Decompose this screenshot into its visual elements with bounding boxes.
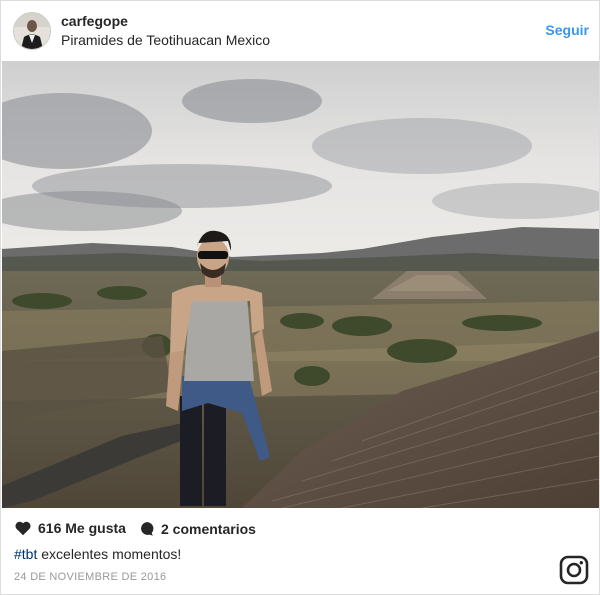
- post-photo[interactable]: [2, 61, 599, 508]
- instagram-icon[interactable]: [559, 555, 589, 585]
- comments-label: 2 comentarios: [161, 521, 256, 537]
- post-date: 24 DE NOVIEMBRE DE 2016: [14, 571, 167, 583]
- comments-count[interactable]: 2 comentarios: [137, 520, 256, 538]
- heart-icon: [15, 521, 31, 536]
- avatar-image: [14, 13, 50, 49]
- post-header: carfegope Piramides de Teotihuacan Mexic…: [1, 1, 599, 61]
- likes-label: 616 Me gusta: [38, 520, 126, 536]
- instagram-post: carfegope Piramides de Teotihuacan Mexic…: [0, 0, 600, 595]
- location-link[interactable]: Piramides de Teotihuacan Mexico: [61, 32, 270, 48]
- post-caption: #tbt excelentes momentos!: [14, 546, 181, 562]
- comment-bubble-icon: [141, 522, 154, 536]
- follow-button[interactable]: Seguir: [545, 22, 589, 38]
- username-link[interactable]: carfegope: [61, 13, 128, 29]
- likes-count[interactable]: 616 Me gusta: [14, 520, 126, 536]
- avatar[interactable]: [13, 12, 51, 50]
- post-actions: 616 Me gusta 2 comentarios: [14, 520, 574, 542]
- caption-text: excelentes momentos!: [37, 546, 182, 562]
- photo-image: [2, 61, 599, 508]
- hashtag-link[interactable]: #tbt: [14, 546, 37, 562]
